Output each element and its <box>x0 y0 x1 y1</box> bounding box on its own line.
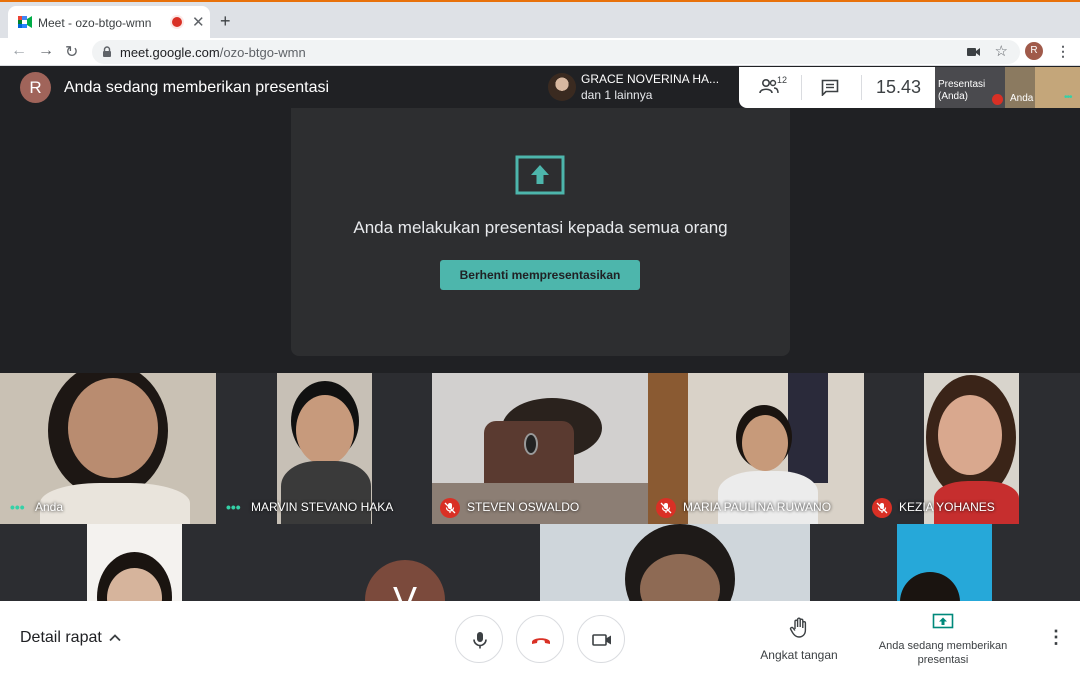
participant-shirt <box>281 461 371 524</box>
participant-face <box>938 395 1002 475</box>
hanging-clothes <box>788 373 828 483</box>
participant-tile[interactable]: STEVEN OSWALDO <box>432 373 648 524</box>
participant-name: STEVEN OSWALDO <box>467 500 580 514</box>
participant-tile[interactable] <box>810 524 1080 601</box>
speaker-avatar <box>548 73 576 101</box>
speaking-dots-icon: ••• <box>1064 92 1072 103</box>
people-count: 12 <box>777 75 788 85</box>
present-screen-icon <box>932 613 954 629</box>
tab-close-icon[interactable]: ✕ <box>192 13 205 31</box>
camera-button[interactable] <box>577 615 625 663</box>
presenting-label: Anda sedang memberikan presentasi <box>878 640 1008 666</box>
divider <box>801 75 802 100</box>
hang-up-icon <box>532 638 550 644</box>
browser-menu-icon[interactable]: ⋮ <box>1056 43 1070 60</box>
participant-tile[interactable]: MARIA PAULINA RUWANO <box>648 373 864 524</box>
participant-face <box>296 395 354 465</box>
participant-face <box>742 415 788 471</box>
user-avatar: R <box>20 72 51 103</box>
divider <box>861 75 862 100</box>
participant-name: Anda <box>35 500 64 514</box>
present-screen-icon <box>515 155 565 195</box>
leave-call-button[interactable] <box>516 615 564 663</box>
participant-tile[interactable]: V <box>270 524 540 601</box>
presentation-card: Anda melakukan presentasi kepada semua o… <box>291 108 790 356</box>
browser-tab-bar: Meet - ozo-btgo-wmn ✕ + <box>0 0 1080 40</box>
hand-icon <box>789 617 807 638</box>
mic-off-icon <box>992 94 1003 105</box>
forward-icon[interactable]: → <box>38 42 54 60</box>
reload-icon[interactable]: ↻ <box>65 42 78 62</box>
mic-off-icon <box>872 498 892 518</box>
chat-icon[interactable] <box>821 79 839 96</box>
clock-time: 15.43 <box>876 77 922 97</box>
microphone-button[interactable] <box>455 615 503 663</box>
meeting-details-button[interactable]: Detail rapat <box>20 629 102 647</box>
more-options-icon[interactable]: ⋮ <box>1047 627 1065 648</box>
microphone-icon <box>473 632 487 649</box>
participant-avatar: V <box>365 560 445 601</box>
people-icon[interactable] <box>759 78 779 94</box>
speaker-name: GRACE NOVERINA HA... <box>581 72 720 86</box>
camera-icon[interactable] <box>967 47 980 57</box>
phone-camera <box>524 433 538 455</box>
profile-avatar[interactable]: R <box>1025 42 1043 60</box>
participant-tile[interactable]: ••• MARVIN STEVANO HAKA <box>216 373 432 524</box>
mic-off-icon <box>440 498 460 518</box>
meet-favicon-icon <box>18 16 32 28</box>
participant-name: MARVIN STEVANO HAKA <box>251 500 394 514</box>
self-preview-name: Anda <box>1010 93 1034 104</box>
url-path: /ozo-btgo-wmn <box>219 45 306 60</box>
presenting-button[interactable]: Anda sedang memberikan presentasi <box>870 613 1016 667</box>
meeting-info-panel: 12 15.43 <box>739 67 935 108</box>
participant-name: KEZIA YOHANES <box>899 500 995 514</box>
url-host: meet.google.com <box>120 45 220 60</box>
presenting-banner: Anda sedang memberikan presentasi <box>64 79 330 96</box>
browser-toolbar: ← → ↻ meet.google.com/ozo-btgo-wmn ☆ R ⋮ <box>0 38 1080 66</box>
participant-name: MARIA PAULINA RUWANO <box>683 500 832 514</box>
raise-hand-button[interactable]: Angkat tangan <box>758 617 840 662</box>
speaker-more: dan 1 lainnya <box>581 88 653 102</box>
stop-presenting-button[interactable]: Berhenti mempresentasikan <box>440 260 640 290</box>
meet-top-bar: R Anda sedang memberikan presentasi GRAC… <box>0 67 1080 108</box>
participant-tile[interactable]: ••• Anda <box>0 373 216 524</box>
chevron-up-icon[interactable] <box>108 631 122 645</box>
participant-tile[interactable] <box>0 524 270 601</box>
url-text: meet.google.com/ozo-btgo-wmn <box>120 45 306 60</box>
participant-shirt <box>718 471 818 524</box>
raise-hand-label: Angkat tangan <box>760 648 838 662</box>
self-preview-label: Presentasi (Anda) <box>938 79 986 102</box>
back-icon[interactable]: ← <box>11 42 27 60</box>
speaking-dots-icon: ••• <box>226 499 241 515</box>
mic-off-icon <box>656 498 676 518</box>
bottom-control-bar: Detail rapat Angkat tangan Anda sedang m… <box>0 601 1080 675</box>
browser-tab[interactable]: Meet - ozo-btgo-wmn ✕ <box>8 6 210 40</box>
bookmark-star-icon[interactable]: ☆ <box>995 42 1008 60</box>
participant-tile[interactable]: KEZIA YOHANES <box>864 373 1080 524</box>
self-preview-tile[interactable]: Presentasi (Anda) Anda ••• <box>935 67 1080 108</box>
participant-face <box>68 378 158 478</box>
tab-title: Meet - ozo-btgo-wmn <box>38 16 152 30</box>
recording-indicator-icon <box>172 17 182 27</box>
participant-tile[interactable] <box>540 524 810 601</box>
address-bar[interactable]: meet.google.com/ozo-btgo-wmn ☆ <box>92 40 1020 64</box>
speaking-dots-icon: ••• <box>10 499 25 515</box>
video-camera-icon <box>592 634 611 646</box>
lock-icon <box>103 46 111 57</box>
active-speaker-chip[interactable]: GRACE NOVERINA HA... dan 1 lainnya <box>541 67 739 108</box>
presentation-message: Anda melakukan presentasi kepada semua o… <box>353 218 728 237</box>
new-tab-icon[interactable]: + <box>220 11 231 32</box>
